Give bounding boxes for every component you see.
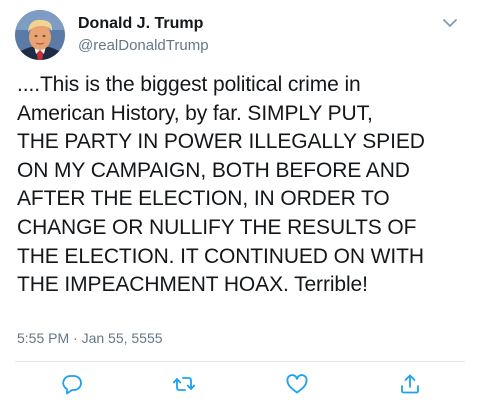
- tweet-text: ....This is the biggest political crime …: [17, 73, 425, 297]
- divider: [15, 361, 465, 362]
- tweet-card: Donald J. Trump @realDonaldTrump ....Thi…: [0, 0, 480, 410]
- share-button[interactable]: [398, 372, 422, 396]
- share-icon: [401, 374, 419, 394]
- retweet-icon: [172, 377, 196, 391]
- reply-icon: [62, 375, 82, 395]
- like-button[interactable]: [285, 372, 309, 396]
- retweet-button[interactable]: [172, 372, 196, 396]
- profile-photo: [15, 10, 65, 60]
- reply-button[interactable]: [60, 372, 84, 396]
- author-display-name[interactable]: Donald J. Trump: [78, 15, 203, 33]
- avatar[interactable]: [15, 10, 65, 60]
- tweet-timestamp[interactable]: 5:55 PM · Jan 55, 5555: [17, 330, 163, 346]
- like-icon: [286, 374, 308, 394]
- author-handle[interactable]: @realDonaldTrump: [78, 37, 209, 54]
- chevron-down-icon[interactable]: [440, 13, 460, 33]
